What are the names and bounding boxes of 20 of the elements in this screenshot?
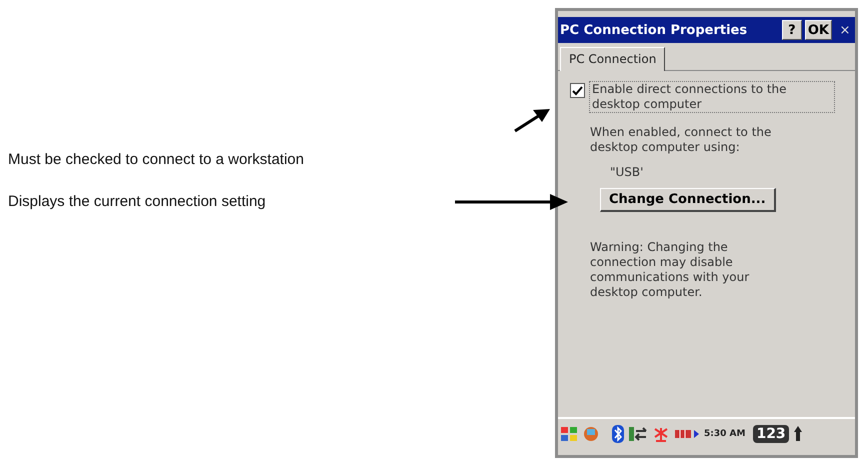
pointer-arrow bbox=[514, 109, 550, 132]
help-button[interactable]: ? bbox=[782, 20, 802, 40]
up-arrow-icon[interactable] bbox=[792, 425, 803, 443]
antenna-off-icon[interactable] bbox=[652, 425, 670, 443]
annotation-text: Must be checked to connect to a workstation bbox=[8, 150, 304, 170]
checkbox-label[interactable]: Enable direct connections to the desktop computer bbox=[589, 81, 835, 113]
window-title: PC Connection Properties bbox=[560, 22, 748, 38]
current-connection-text: "USB' bbox=[610, 165, 644, 180]
sync-icon[interactable] bbox=[628, 425, 648, 443]
checkbox[interactable] bbox=[570, 83, 585, 98]
ok-button[interactable]: OK bbox=[804, 20, 832, 40]
change-connection-button[interactable]: Change Connection... bbox=[600, 188, 776, 212]
windows-flag-icon[interactable] bbox=[560, 425, 578, 443]
annotation-text: Displays the current connection setting bbox=[8, 192, 266, 212]
clock-text[interactable]: 5:30 AM bbox=[704, 429, 746, 439]
bluetooth-icon[interactable] bbox=[612, 425, 624, 443]
connection-info-text: When enabled, connect to the desktop computer using: bbox=[590, 125, 772, 155]
warning-text: Warning: Changing the connection may disable communications with your desktop computer. bbox=[590, 240, 750, 300]
input-mode-button[interactable]: 123 bbox=[753, 425, 789, 443]
tab[interactable]: PC Connection bbox=[560, 47, 666, 71]
